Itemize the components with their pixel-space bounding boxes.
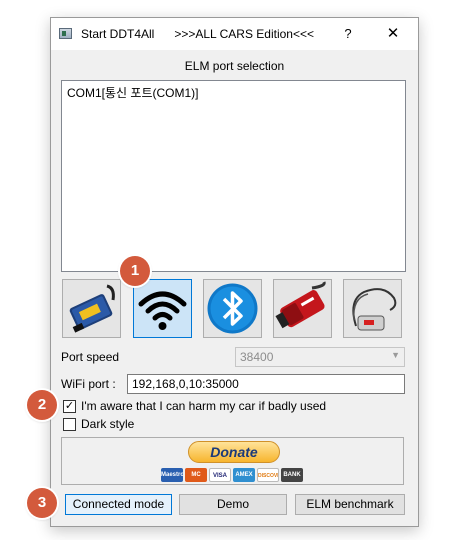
step-badge-2: 2 (27, 390, 57, 420)
aware-label: I'm aware that I can harm my car if badl… (81, 399, 327, 413)
demo-button[interactable]: Demo (179, 494, 287, 515)
wifi-port-input[interactable] (128, 375, 404, 393)
step-badge-1: 1 (120, 256, 150, 286)
donate-button[interactable]: Donate (188, 441, 280, 463)
port-speed-select[interactable]: 38400 ▼ (235, 347, 405, 367)
device-bluetooth-button[interactable] (203, 279, 262, 338)
port-speed-value: 38400 (240, 350, 274, 364)
bluetooth-icon (207, 283, 258, 334)
window-title: Start DDT4All >>>ALL CARS Edition<<< (81, 27, 315, 41)
connected-mode-button[interactable]: Connected mode (65, 494, 172, 515)
obd-connector-icon (275, 281, 326, 329)
dark-style-checkbox[interactable] (63, 418, 76, 431)
elm-benchmark-button[interactable]: ELM benchmark (295, 494, 405, 515)
wifi-port-field[interactable] (127, 374, 405, 394)
obd-usb-adapter-icon (69, 284, 115, 333)
donate-panel: Donate Maestro MC VISA AMEX DISCOVER BAN… (61, 437, 404, 485)
maestro-card-icon: Maestro (161, 468, 183, 482)
discover-card-icon: DISCOVER (257, 468, 279, 482)
wifi-icon (138, 291, 187, 330)
app-icon (59, 28, 72, 39)
wifi-port-label: WiFi port : (61, 377, 116, 391)
port-speed-label: Port speed (61, 350, 120, 364)
checkmark-icon: ✓ (64, 400, 75, 412)
amex-card-icon: AMEX (233, 468, 255, 482)
cable-icon (352, 288, 397, 331)
device-wifi-button[interactable] (133, 279, 192, 338)
chevron-down-icon: ▼ (391, 350, 400, 360)
close-button[interactable]: ✕ (374, 18, 412, 50)
aware-checkbox[interactable]: ✓ (63, 400, 76, 413)
dark-style-label: Dark style (81, 417, 135, 431)
start-ddt4all-window: Start DDT4All >>>ALL CARS Edition<<< ? ✕… (50, 17, 419, 527)
port-list[interactable]: COM1[통신 포트(COM1)] (61, 80, 406, 272)
help-button[interactable]: ? (334, 18, 362, 50)
device-obdlink-button[interactable] (273, 279, 332, 338)
mastercard-icon: MC (185, 468, 207, 482)
step-badge-3: 3 (27, 488, 57, 518)
port-list-item[interactable]: COM1[통신 포트(COM1)] (67, 84, 199, 101)
bank-card-icon: BANK (281, 468, 303, 482)
elm-port-section-label: ELM port selection (184, 59, 285, 73)
device-cable-button[interactable] (343, 279, 402, 338)
device-usb-elm-button[interactable] (62, 279, 121, 338)
title-bar[interactable]: Start DDT4All >>>ALL CARS Edition<<< ? ✕ (51, 18, 418, 50)
visa-card-icon: VISA (209, 468, 231, 482)
